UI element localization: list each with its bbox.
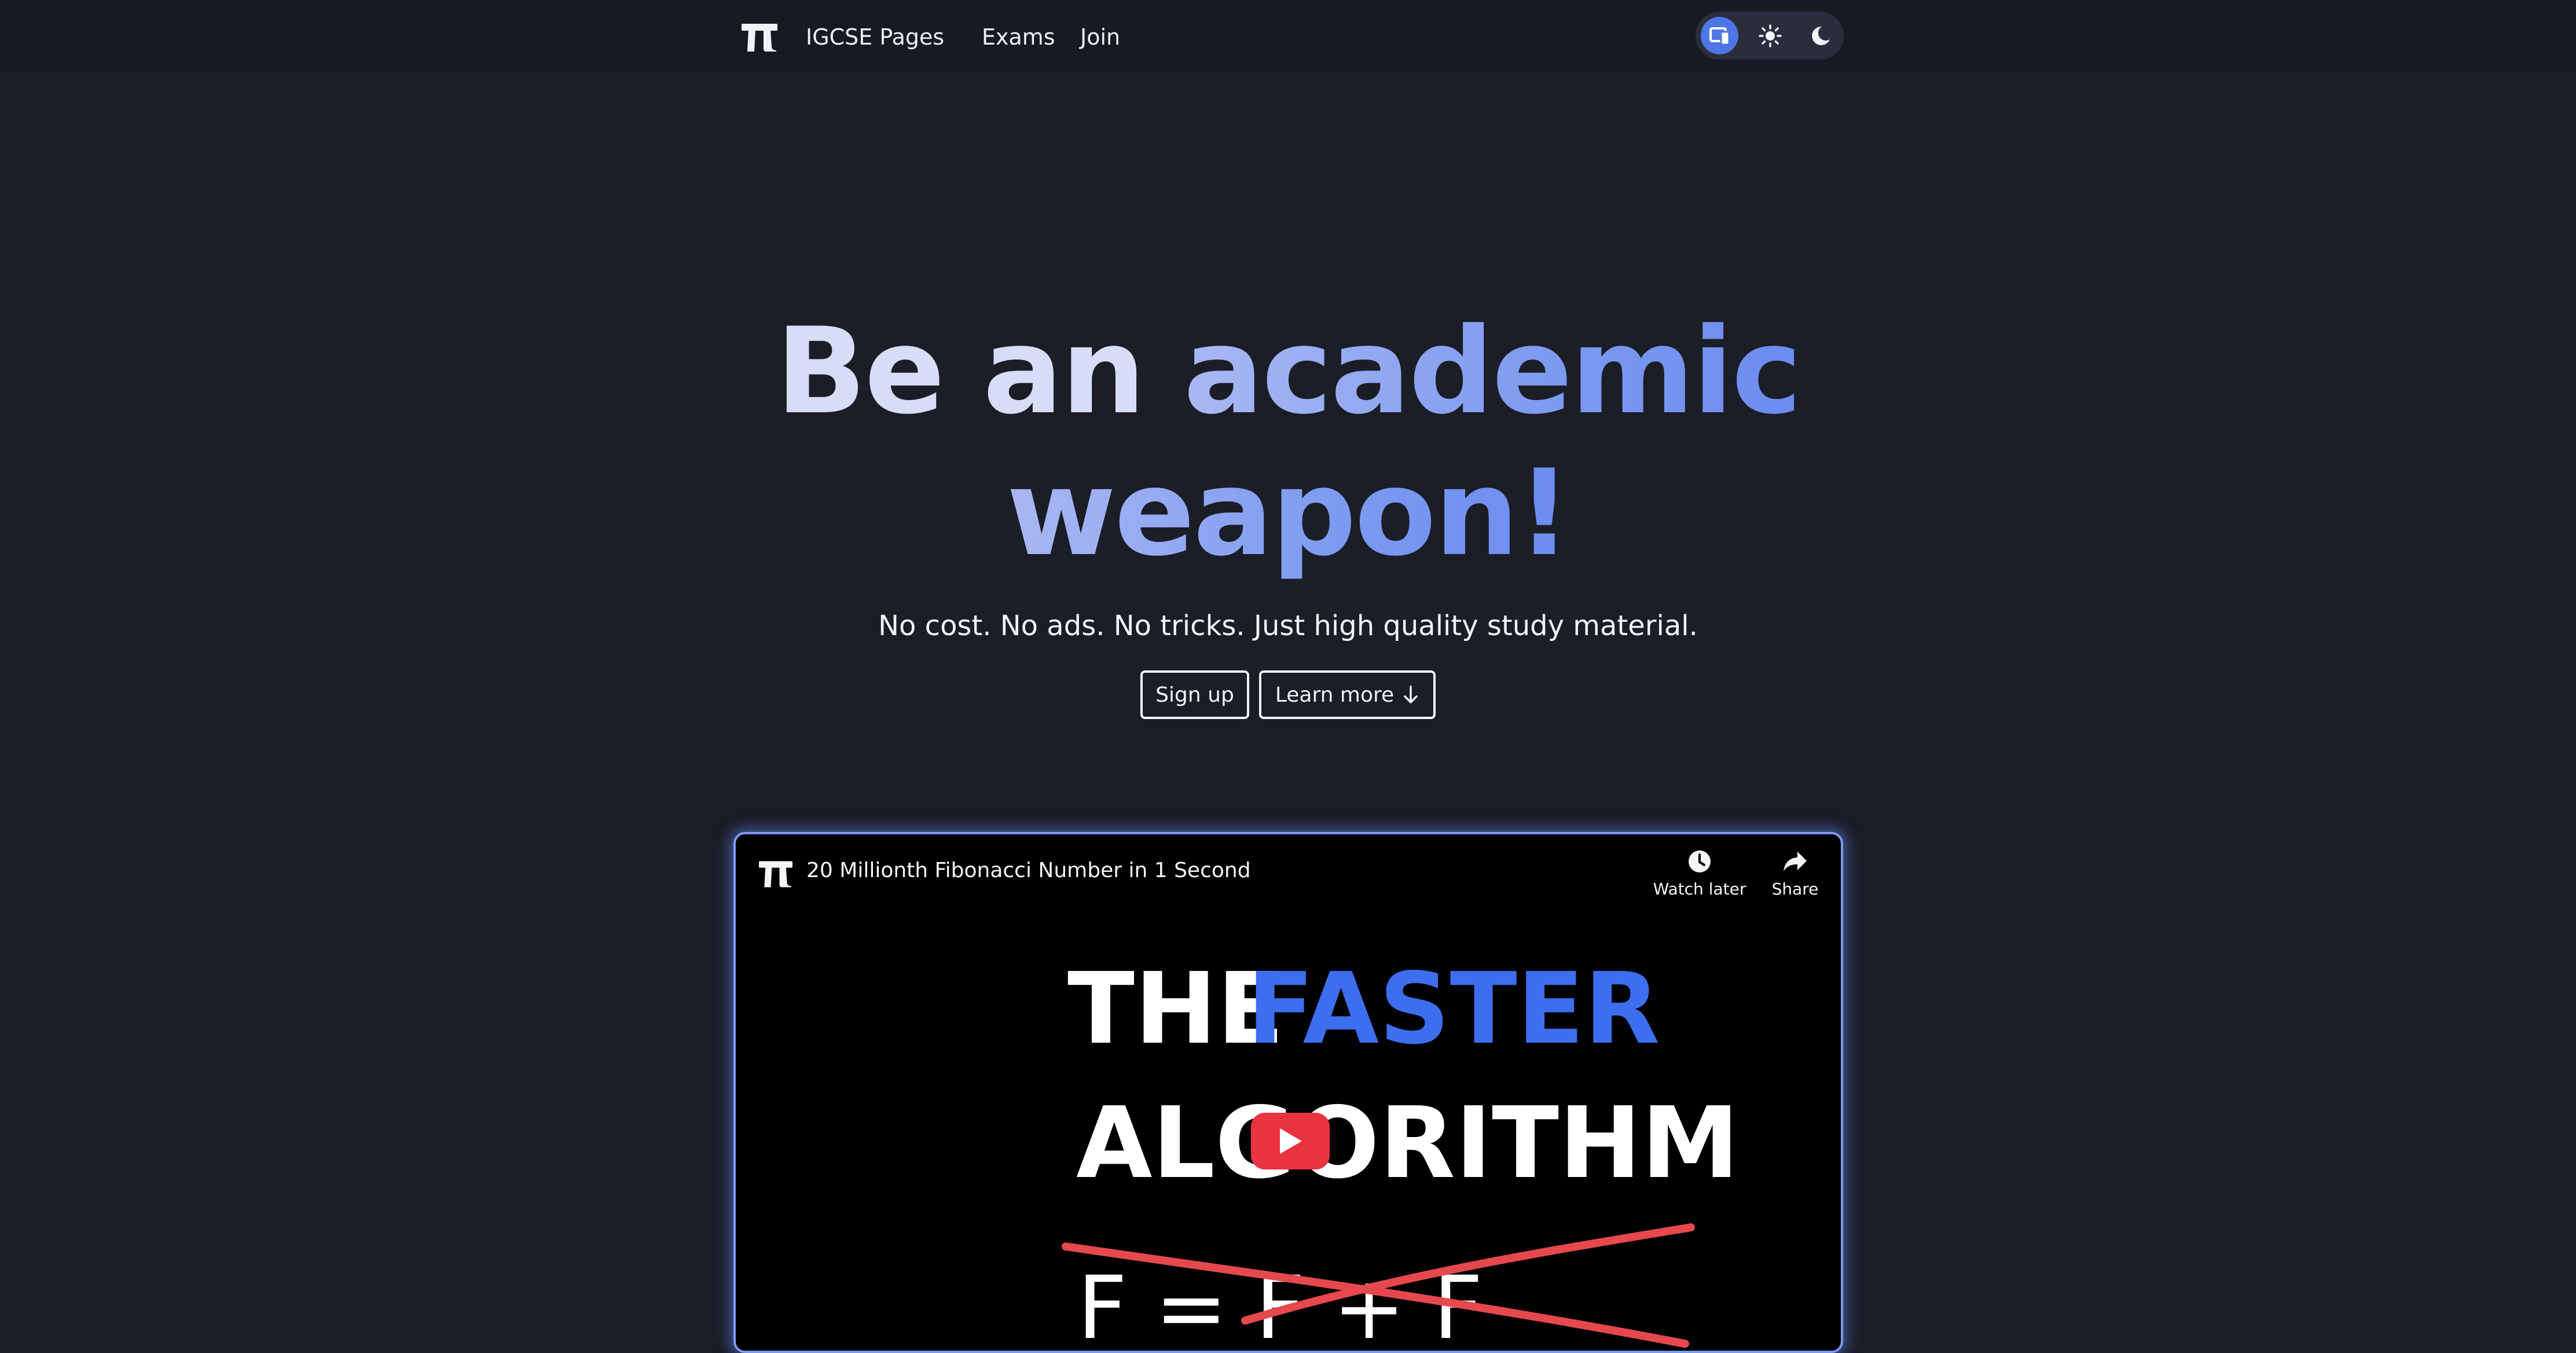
hero-title-lead: Be an [776,303,1184,441]
arrow-down-icon [1404,685,1418,703]
play-icon [1280,1128,1302,1154]
nav-link-join[interactable]: Join [1080,21,1120,53]
play-button[interactable] [1251,1113,1330,1169]
hero-title-accent-2: weapon! [1006,445,1572,582]
top-navbar: IGCSE Pages Exams Join [0,0,2576,72]
brand-link[interactable]: IGCSE Pages [806,21,944,53]
theme-switcher [1696,12,1844,60]
share-icon [1784,852,1807,871]
theme-light-button[interactable] [1751,17,1789,54]
channel-logo-icon[interactable] [759,861,792,888]
learn-more-button-label: Learn more [1275,683,1395,707]
signup-button[interactable]: Sign up [1140,670,1249,719]
learn-more-button[interactable]: Learn more [1259,670,1436,719]
pi-logo-icon[interactable] [742,24,777,52]
share-button[interactable]: Share [1760,849,1830,907]
hero-title: Be an academic weapon! [0,301,2576,585]
video-player[interactable]: THE FASTER ALGORITHM F = F + F 20 Millio… [733,832,1843,1353]
moon-icon [1811,26,1830,45]
watch-later-label: Watch later [1653,879,1746,899]
signup-button-label: Sign up [1155,683,1234,707]
hero-title-accent-1: academic [1183,303,1801,441]
clock-icon [1689,850,1711,872]
device-icon [1709,27,1730,45]
sun-icon [1758,24,1782,47]
nav-link-exams[interactable]: Exams [982,21,1055,53]
theme-system-button[interactable] [1701,17,1738,54]
theme-dark-button[interactable] [1801,17,1839,54]
share-label: Share [1771,879,1819,899]
thumbnail-line1-blue: FASTER [1247,952,1660,1066]
watch-later-button[interactable]: Watch later [1650,849,1749,907]
video-title[interactable]: 20 Millionth Fibonacci Number in 1 Secon… [806,856,1251,885]
thumbnail-line2: ALGORITHM [1076,1086,1740,1201]
video-thumbnail: THE FASTER ALGORITHM F = F + F [1062,952,1740,1351]
hero-subtitle: No cost. No ads. No tricks. Just high qu… [878,610,1698,642]
